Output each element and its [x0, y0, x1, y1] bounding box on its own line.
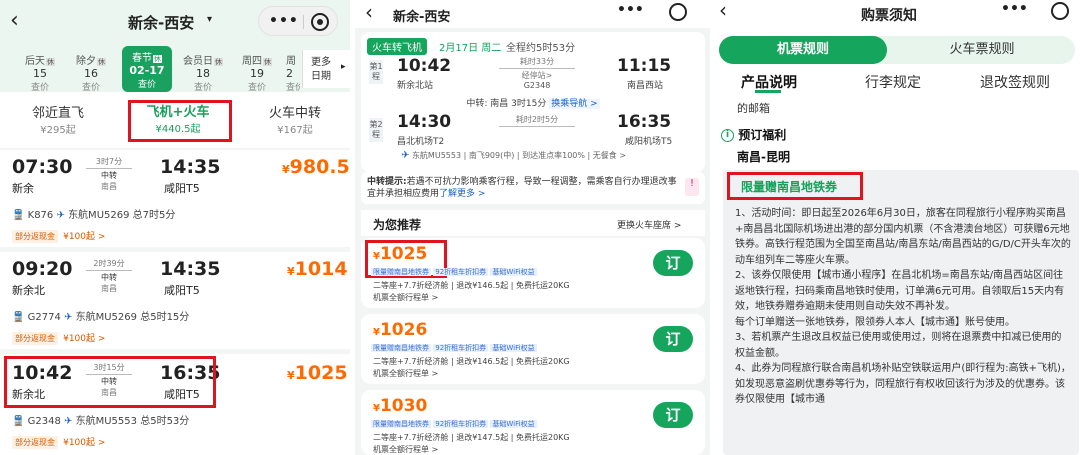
transfer-badge: 火车转飞机 — [367, 38, 427, 55]
close-icon[interactable] — [1051, 2, 1069, 20]
date-item-selected[interactable]: 春节休 02-17 查价 — [122, 46, 172, 92]
panel-purchase-notice: ‹ 购票须知 ••• 机票规则 火车票规则 产品说明 行李规定 退改签规则 的邮… — [715, 0, 1080, 455]
change-seat-link[interactable]: 更换火车座席 > — [617, 218, 681, 231]
airline-logo-icon: ✈ — [64, 416, 73, 427]
tab-nearby-direct[interactable]: 邻近直飞 ¥295起 — [0, 102, 116, 136]
notice-icon: ! — [685, 178, 699, 196]
info-icon: i — [721, 129, 734, 142]
train-icon: 🚆 — [12, 210, 25, 221]
tab-train-transfer[interactable]: 火车中转 ¥167起 — [240, 102, 350, 136]
capsule-divider — [303, 15, 304, 29]
tab-flight-rules[interactable]: 机票规则 — [719, 36, 887, 64]
back-icon[interactable]: ‹ — [365, 0, 373, 24]
transfer-nav-link[interactable]: 换乘导航 > — [549, 99, 600, 109]
learn-more-link[interactable]: 了解更多 > — [439, 189, 485, 199]
page-title: 购票须知 — [861, 8, 917, 24]
recommend-header: 为您推荐 更换火车座席 > — [361, 210, 705, 236]
tab-refund-change[interactable]: 退改签规则 — [980, 72, 1050, 92]
airline-logo-icon: ✈ — [64, 312, 73, 323]
close-icon[interactable] — [311, 13, 329, 31]
page-title: 新余-西安 — [393, 10, 451, 25]
sub-tabs: 产品说明 行李规定 退改签规则 — [715, 68, 1080, 96]
tab-train-rules[interactable]: 火车票规则 — [897, 36, 1067, 64]
airline-logo-icon: ✈ — [401, 150, 410, 161]
benefit-route: 南昌-昆明 — [737, 150, 790, 164]
route-card[interactable]: 10:42 新余北 3时15分 中转 南昌 16:35 咸阳T5 ¥1025 🚆… — [0, 354, 350, 455]
back-icon[interactable]: ‹ — [719, 0, 727, 22]
train-icon: 🚆 — [12, 312, 25, 323]
panel-itinerary-detail: ‹ 新余-西安 ••• 火车转飞机 2月17日 周二 全程约5时53分 第1程 … — [355, 0, 710, 455]
route-card[interactable]: 07:30 新余 3时7分 中转 南昌 14:35 咸阳T5 ¥980.5 🚆 … — [0, 150, 350, 247]
highlight-box — [128, 100, 232, 142]
benefit-title: 预订福利 — [738, 128, 787, 142]
rules-box: 限量赠南昌地铁券 1、活动时间：即日起至2026年6月30日，旅客在同程旅行小程… — [723, 170, 1079, 455]
title-caret-icon[interactable]: ▾ — [207, 14, 212, 25]
more-icon[interactable]: ••• — [1001, 1, 1028, 17]
highlight-box — [4, 356, 216, 408]
offer-card[interactable]: ¥1026 限量赠南昌地铁券 92折租车折扣券 基础WiFi权益 二等座+7.7… — [361, 314, 705, 384]
date-item[interactable]: 后天休 15 查价 — [20, 52, 60, 93]
header-bar: ‹ 新余-西安 ▾ ••• — [0, 0, 350, 44]
mailbox-text: 的邮箱 — [737, 102, 770, 115]
active-tab-indicator — [755, 90, 781, 93]
more-dates-button[interactable]: 更多 日期 ▸ — [302, 50, 350, 88]
more-icon[interactable]: ••• — [617, 2, 644, 18]
tab-product-info[interactable]: 产品说明 — [741, 72, 797, 92]
back-icon[interactable]: ‹ — [10, 8, 19, 33]
header-bar: ‹ 新余-西安 ••• — [355, 0, 710, 28]
chevron-right-icon: ▸ — [341, 62, 346, 72]
page-title: 新余-西安 — [128, 14, 195, 32]
book-button[interactable]: 订 — [653, 326, 693, 352]
panel-route-list: ‹ 新余-西安 ▾ ••• 后天休 15 查价 除夕休 16 查价 春节休 02… — [0, 0, 350, 455]
route-card[interactable]: 09:20 新余北 2时39分 中转 南昌 14:35 咸阳T5 ¥1014 🚆… — [0, 252, 350, 349]
train-icon: 🚆 — [12, 416, 25, 427]
book-button[interactable]: 订 — [653, 250, 693, 276]
date-item[interactable]: 周四休 19 查价 — [236, 52, 278, 93]
offer-card[interactable]: ¥1030 限量赠南昌地铁券 92折租车折扣券 基础WiFi权益 二等座+7.7… — [361, 390, 705, 455]
book-button[interactable]: 订 — [653, 402, 693, 428]
mini-program-capsule[interactable]: ••• — [258, 6, 338, 36]
offer-card[interactable]: ¥1025 限量赠南昌地铁券 92折租车折扣券 基础WiFi权益 二等座+7.7… — [361, 238, 705, 308]
rules-text: 1、活动时间：即日起至2026年6月30日，旅客在同程旅行小程序购买南昌+南昌昌… — [735, 208, 1071, 405]
transfer-notice: 中转提示:若遇不可抗力影响乘客行程，导致一程调整，需乘客自行办理退改事宜并承担相… — [361, 172, 705, 204]
rule-tabs: 机票规则 火车票规则 — [719, 36, 1075, 64]
close-icon[interactable] — [669, 3, 687, 21]
date-item[interactable]: 会员日休 18 查价 — [180, 52, 226, 93]
itinerary-card: 火车转飞机 2月17日 周二 全程约5时53分 第1程 10:42 新余北站 耗… — [361, 32, 705, 172]
transport-mode-tabs: 邻近直飞 ¥295起 飞机+火车 ¥440.5起 火车中转 ¥167起 — [0, 92, 350, 148]
airline-logo-icon: ✈ — [56, 210, 65, 221]
date-strip: 后天休 15 查价 除夕休 16 查价 春节休 02-17 查价 会员日休 18… — [0, 44, 350, 93]
date-item[interactable]: 除夕休 16 查价 — [71, 52, 111, 93]
header-bar: ‹ 购票须知 ••• — [715, 0, 1080, 28]
tab-baggage[interactable]: 行李规定 — [865, 72, 921, 92]
more-icon[interactable]: ••• — [269, 13, 299, 29]
highlight-box — [727, 172, 863, 200]
date-item-partial[interactable]: 周 2 查价 — [286, 52, 300, 93]
